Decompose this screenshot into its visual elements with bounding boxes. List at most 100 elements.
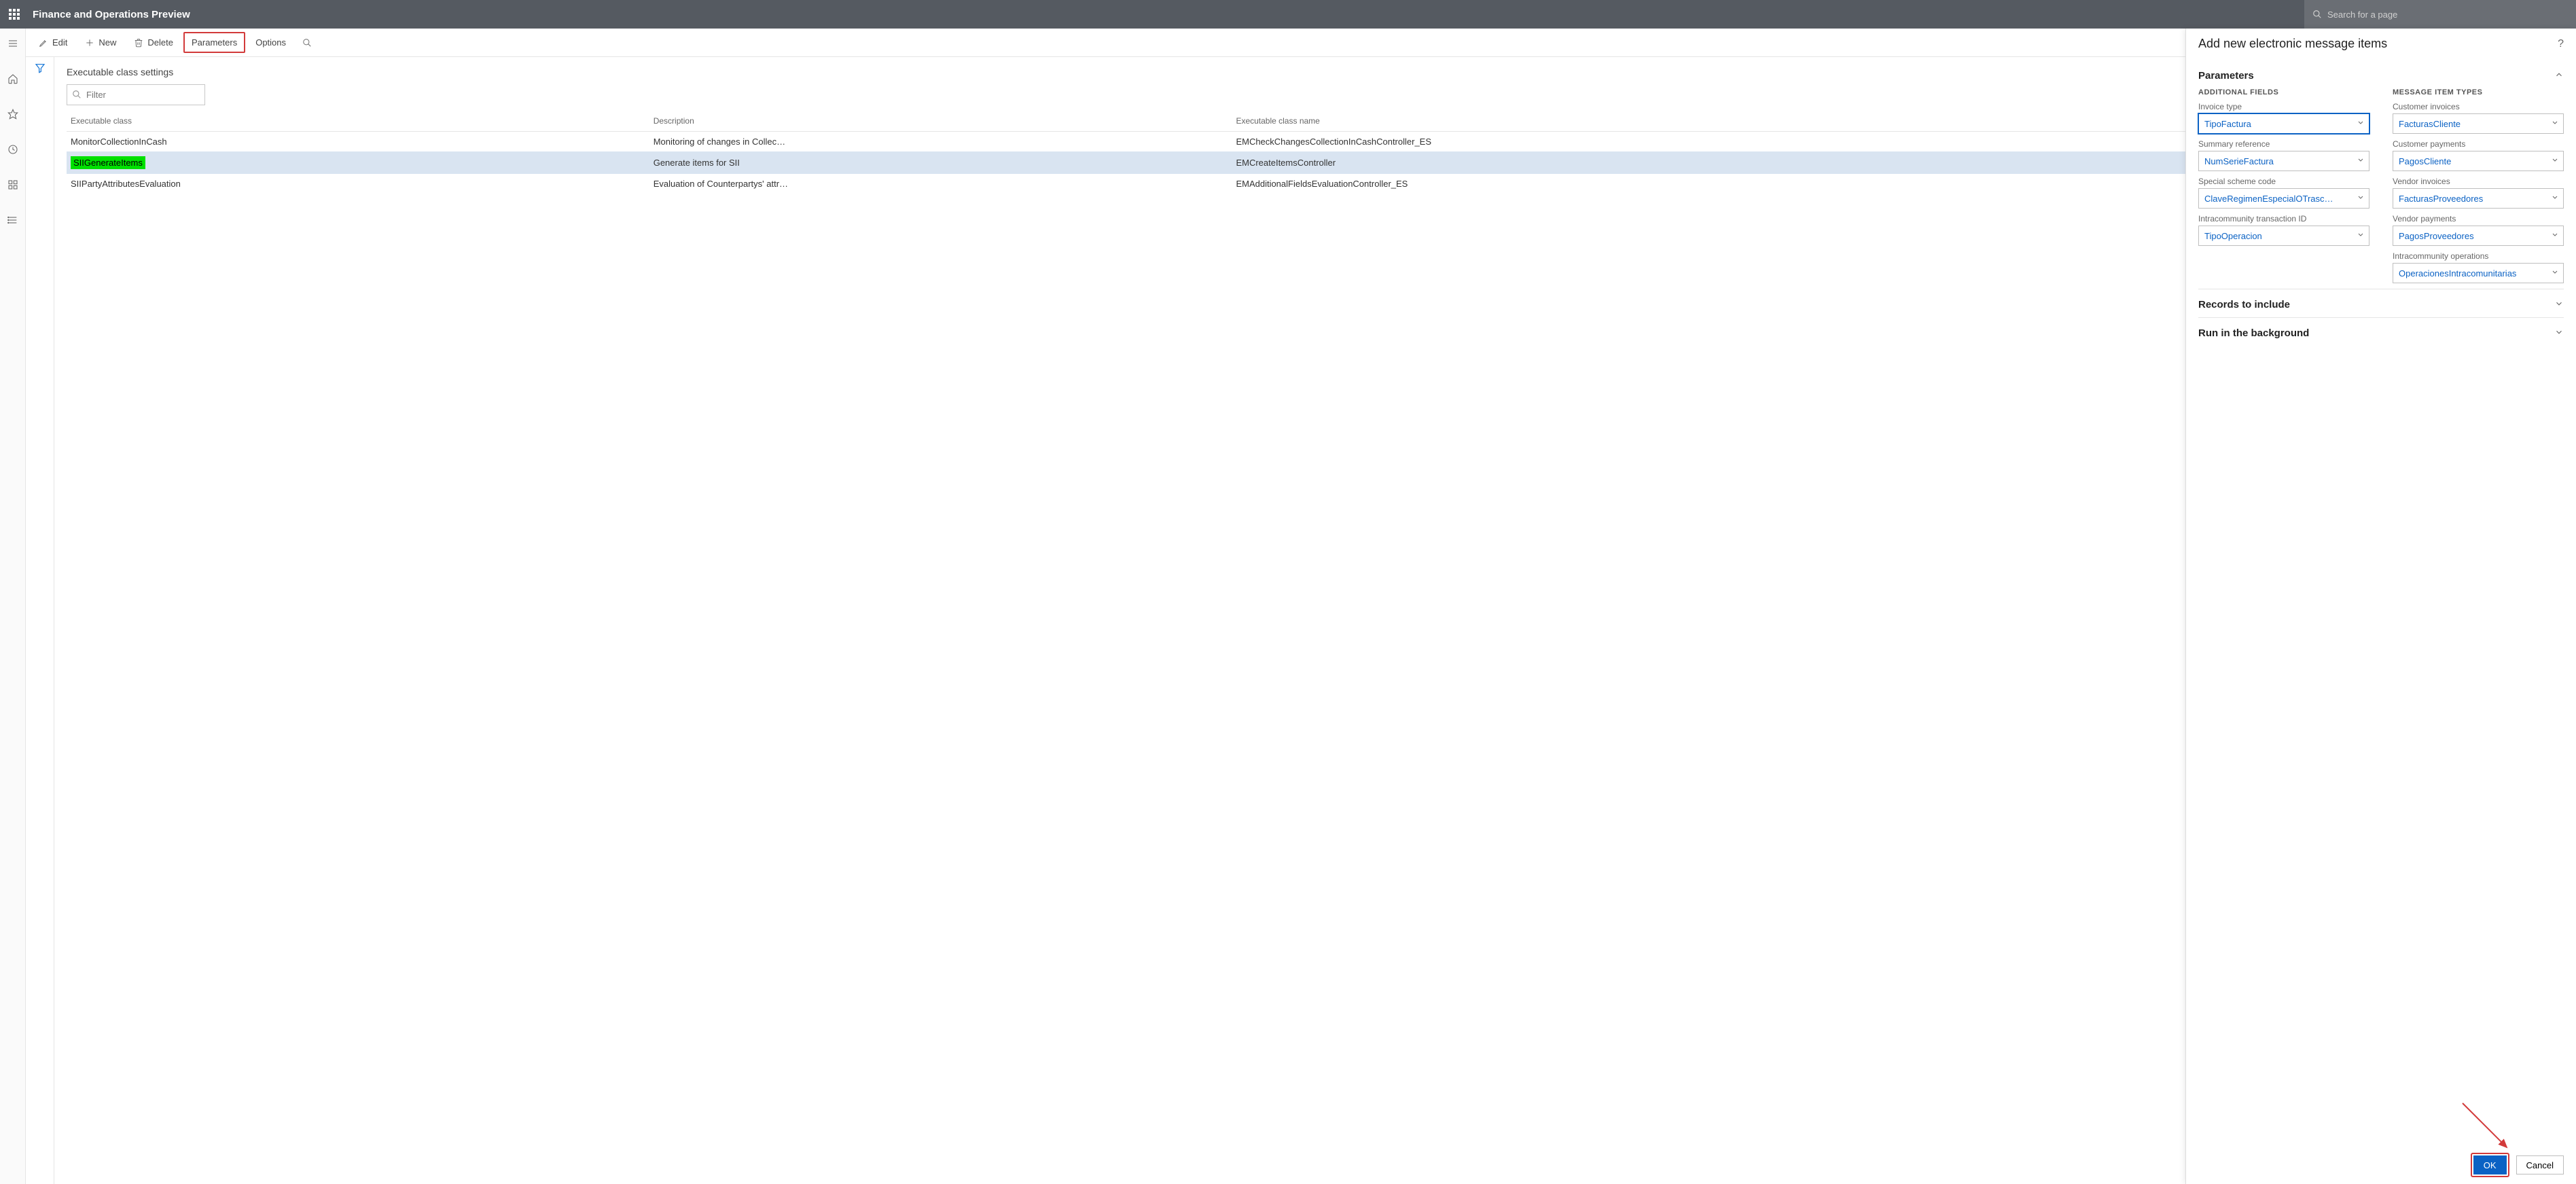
funnel-icon[interactable] <box>35 62 46 1184</box>
select-value: TipoOperacion <box>2204 231 2262 241</box>
edit-label: Edit <box>52 37 67 48</box>
cell-exec-class-name: EMCheckChangesCollectionInCashController… <box>1232 132 2258 152</box>
select-value: OperacionesIntracomunitarias <box>2399 268 2516 279</box>
filter-rail <box>26 57 54 1184</box>
chevron-down-icon <box>2357 156 2365 166</box>
section-title: Run in the background <box>2198 327 2309 339</box>
search-icon <box>302 38 312 48</box>
customer-payments-select[interactable]: PagosCliente <box>2393 151 2564 171</box>
additional-fields-column: ADDITIONAL FIELDS Invoice type TipoFactu… <box>2198 88 2369 289</box>
select-value: FacturasProveedores <box>2399 194 2483 204</box>
global-search[interactable] <box>2304 0 2576 29</box>
field-label: Vendor invoices <box>2393 177 2564 186</box>
chevron-down-icon <box>2357 194 2365 204</box>
cell-description: Monitoring of changes in Collec… <box>649 132 1232 152</box>
nav-favorites[interactable] <box>0 103 26 125</box>
cell-exec-class-name: EMAdditionalFieldsEvaluationController_E… <box>1232 174 2258 194</box>
invoice-type-select[interactable]: TipoFactura <box>2198 113 2369 134</box>
select-value: ClaveRegimenEspecialOTrasc… <box>2204 194 2333 204</box>
summary-reference-select[interactable]: NumSerieFactura <box>2198 151 2369 171</box>
search-icon <box>2312 10 2322 19</box>
cell-exec-class: SIIPartyAttributesEvaluation <box>67 174 649 194</box>
vendor-invoices-select[interactable]: FacturasProveedores <box>2393 188 2564 209</box>
ok-button[interactable]: OK <box>2473 1155 2507 1174</box>
cell-exec-class-name: EMCreateItemsController <box>1232 151 2258 174</box>
customer-invoices-select[interactable]: FacturasCliente <box>2393 113 2564 134</box>
panel-title: Add new electronic message items <box>2198 37 2387 51</box>
parameters-button[interactable]: Parameters <box>183 32 245 53</box>
col-description[interactable]: Description <box>649 111 1232 132</box>
new-button[interactable]: New <box>77 33 124 52</box>
panel-footer: OK Cancel <box>2186 1146 2576 1184</box>
trash-icon <box>134 38 143 48</box>
chevron-down-icon <box>2551 119 2559 129</box>
chevron-down-icon <box>2554 299 2564 310</box>
section-title: Parameters <box>2198 70 2254 82</box>
col-title-additional: ADDITIONAL FIELDS <box>2198 88 2369 96</box>
col-title-item-types: MESSAGE ITEM TYPES <box>2393 88 2564 96</box>
field-label: Vendor payments <box>2393 214 2564 223</box>
grid-filter-input[interactable] <box>67 84 205 105</box>
chevron-down-icon <box>2357 231 2365 241</box>
intracommunity-transaction-select[interactable]: TipoOperacion <box>2198 226 2369 246</box>
field-label: Intracommunity operations <box>2393 251 2564 261</box>
cell-exec-class: MonitorCollectionInCash <box>67 132 649 152</box>
help-icon[interactable]: ? <box>2558 38 2564 50</box>
app-launcher[interactable] <box>0 0 29 29</box>
col-exec-class[interactable]: Executable class <box>67 111 649 132</box>
select-value: PagosCliente <box>2399 156 2451 166</box>
col-exec-class-name[interactable]: Executable class name <box>1232 111 2258 132</box>
cell-description: Evaluation of Counterpartys' attr… <box>649 174 1232 194</box>
options-label: Options <box>255 37 286 48</box>
parameters-label: Parameters <box>192 37 237 48</box>
nav-recent[interactable] <box>0 139 26 160</box>
chevron-down-icon <box>2551 231 2559 241</box>
special-scheme-code-select[interactable]: ClaveRegimenEspecialOTrasc… <box>2198 188 2369 209</box>
chevron-down-icon <box>2357 119 2365 129</box>
plus-icon <box>85 38 94 48</box>
cell-exec-class: SIIGenerateItems <box>67 151 649 174</box>
find-button[interactable] <box>296 33 318 52</box>
message-item-types-column: MESSAGE ITEM TYPES Customer invoices Fac… <box>2393 88 2564 289</box>
select-value: FacturasCliente <box>2399 119 2461 129</box>
search-icon <box>72 90 82 99</box>
nav-home[interactable] <box>0 68 26 90</box>
ok-button-highlight: OK <box>2471 1153 2509 1177</box>
cancel-button[interactable]: Cancel <box>2516 1155 2564 1174</box>
nav-modules[interactable] <box>0 209 26 231</box>
chevron-down-icon <box>2551 194 2559 204</box>
section-title: Records to include <box>2198 299 2290 310</box>
select-value: PagosProveedores <box>2399 231 2474 241</box>
grid-filter[interactable] <box>67 84 205 105</box>
pencil-icon <box>39 38 48 48</box>
delete-label: Delete <box>147 37 173 48</box>
edit-button[interactable]: Edit <box>31 33 75 52</box>
section-records-to-include[interactable]: Records to include <box>2198 289 2564 317</box>
delete-button[interactable]: Delete <box>126 33 181 52</box>
nav-hamburger[interactable] <box>0 33 26 54</box>
chevron-down-icon <box>2554 327 2564 339</box>
cell-description: Generate items for SII <box>649 151 1232 174</box>
vendor-payments-select[interactable]: PagosProveedores <box>2393 226 2564 246</box>
select-value: TipoFactura <box>2204 119 2251 129</box>
app-title: Finance and Operations Preview <box>33 9 190 20</box>
parameters-panel: Add new electronic message items ? Param… <box>2185 29 2576 1184</box>
select-value: NumSerieFactura <box>2204 156 2274 166</box>
nav-workspaces[interactable] <box>0 174 26 196</box>
global-search-input[interactable] <box>2327 10 2568 20</box>
field-label: Customer payments <box>2393 139 2564 149</box>
section-parameters[interactable]: Parameters <box>2198 60 2564 88</box>
field-label: Customer invoices <box>2393 102 2564 111</box>
new-label: New <box>99 37 116 48</box>
nav-rail <box>0 29 26 1184</box>
chevron-down-icon <box>2551 268 2559 279</box>
chevron-up-icon <box>2554 70 2564 82</box>
options-button[interactable]: Options <box>248 33 293 52</box>
field-label: Invoice type <box>2198 102 2369 111</box>
field-label: Special scheme code <box>2198 177 2369 186</box>
field-label: Intracommunity transaction ID <box>2198 214 2369 223</box>
field-label: Summary reference <box>2198 139 2369 149</box>
intracommunity-operations-select[interactable]: OperacionesIntracomunitarias <box>2393 263 2564 283</box>
chevron-down-icon <box>2551 156 2559 166</box>
section-run-in-background[interactable]: Run in the background <box>2198 317 2564 346</box>
